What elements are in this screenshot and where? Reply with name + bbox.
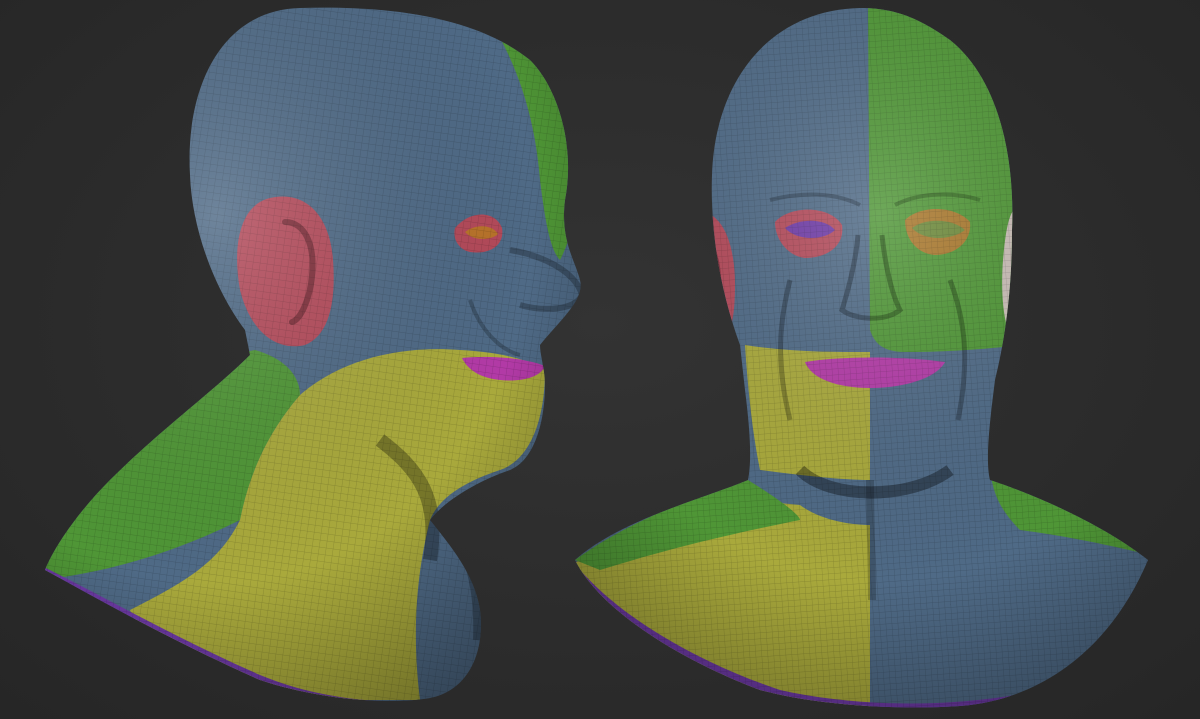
front-head (575, 8, 1148, 708)
three-quarter-head (45, 7, 581, 701)
sculpt-render (45, 7, 1148, 708)
render-viewport (0, 0, 1200, 719)
